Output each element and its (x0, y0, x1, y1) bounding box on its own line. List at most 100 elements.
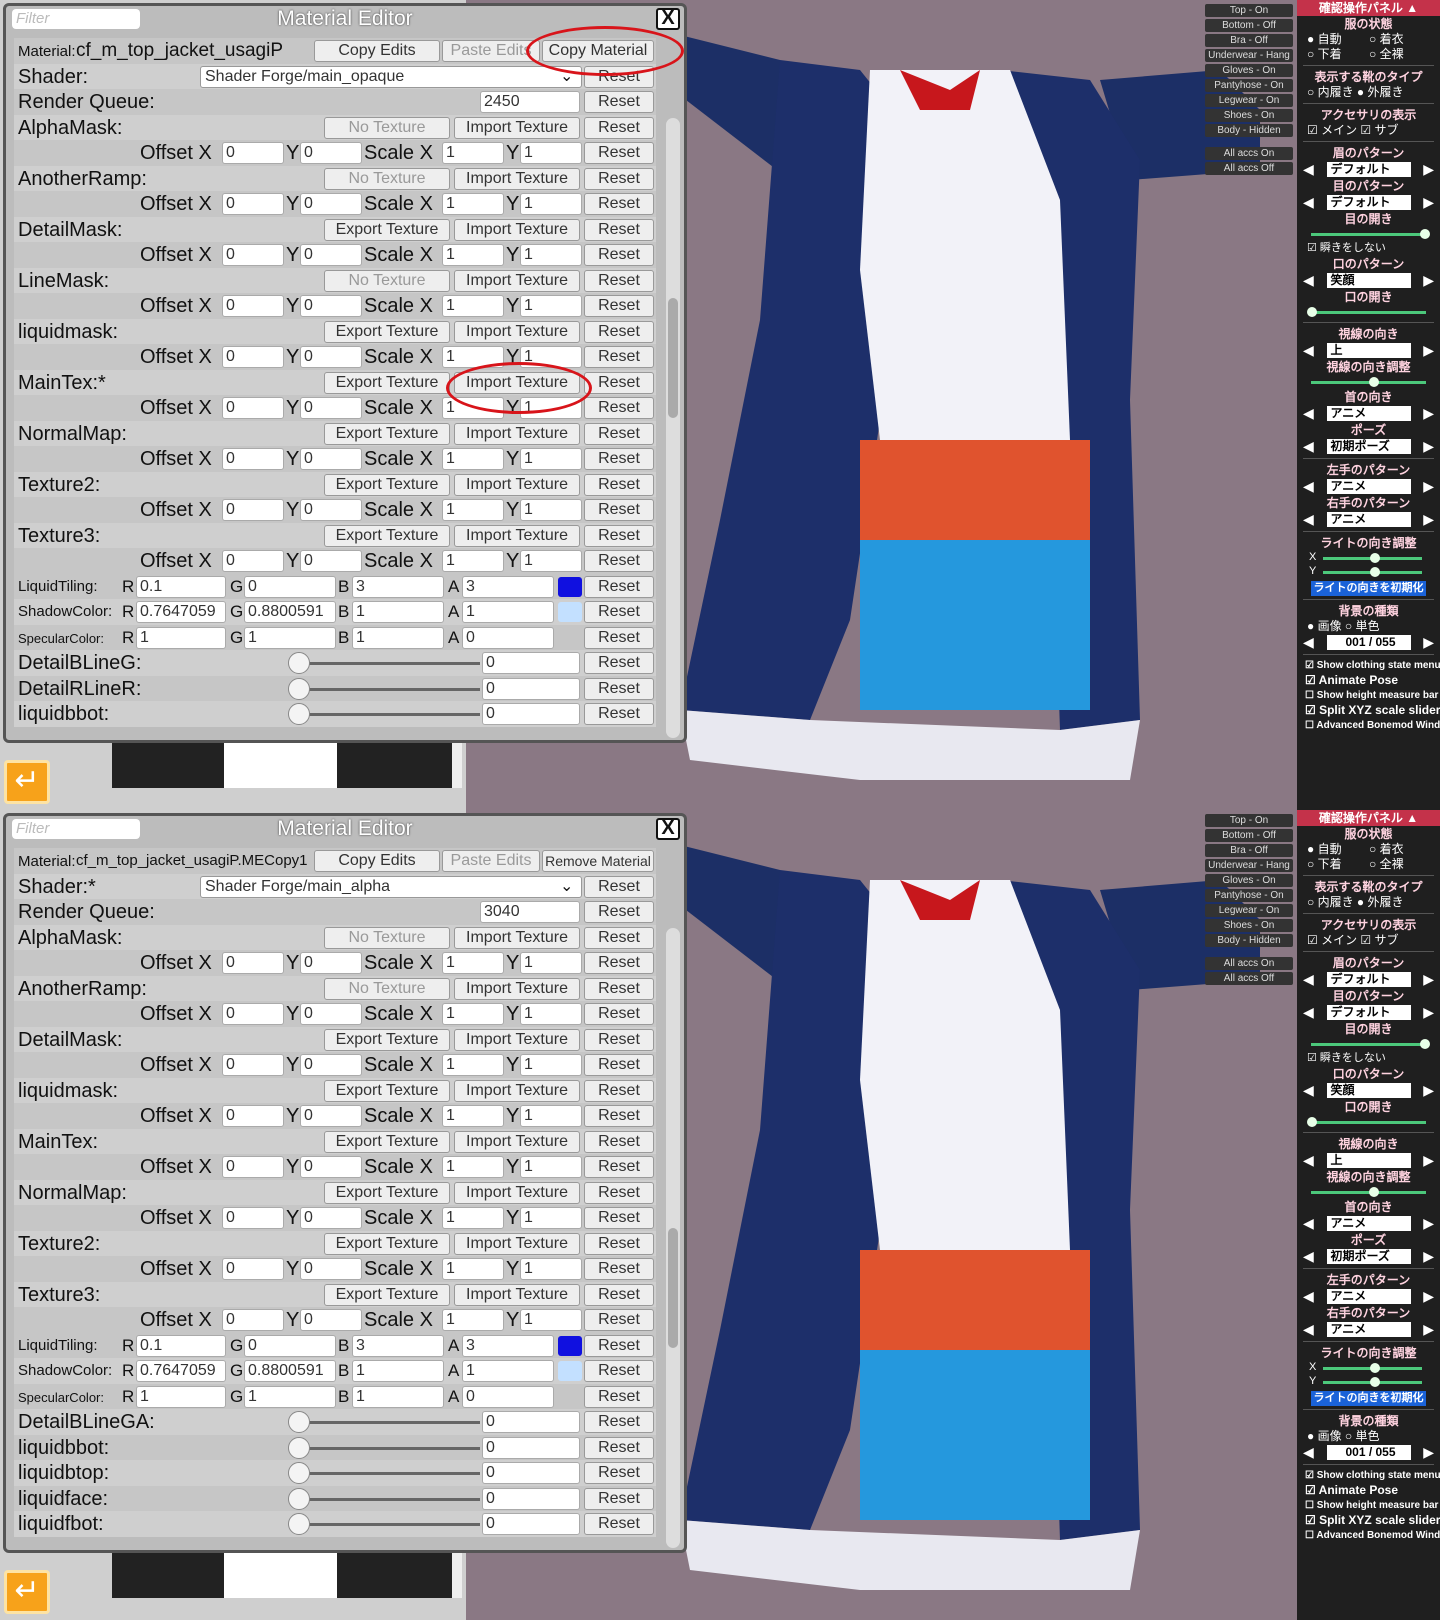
option-checkbox[interactable]: ☑ Animate Pose (1297, 673, 1440, 688)
r-input[interactable]: 0.1 (136, 575, 226, 598)
scale-x-input[interactable]: 1 (442, 1156, 504, 1178)
clothing-state-button[interactable]: Underwear - Hang (1205, 49, 1293, 62)
chevron-down-icon[interactable]: ⌄ (560, 876, 573, 898)
color-reset-button[interactable]: Reset (584, 1334, 654, 1357)
option-checkbox[interactable]: ☐ Advanced Bonemod Window (1297, 718, 1440, 733)
offset-y-input[interactable]: 0 (300, 295, 362, 317)
offset-reset-button[interactable]: Reset (584, 1105, 654, 1127)
viewport-scene[interactable]: ↵ Top - On Bottom - Off Bra - Off Underwear … (0, 810, 1440, 1620)
eye-open-slider[interactable] (1307, 1037, 1431, 1051)
option-checkbox[interactable]: ☑ Split XYZ scale sliders (1297, 703, 1440, 718)
mouth-pattern-selector[interactable]: ◀ 笑顔 ▶ (1297, 1082, 1440, 1099)
scale-y-input[interactable]: 1 (520, 295, 582, 317)
offset-x-input[interactable]: 0 (222, 397, 284, 419)
float-slider-knob[interactable] (288, 1487, 310, 1510)
float-slider-track[interactable] (300, 1421, 480, 1424)
b-input[interactable]: 1 (352, 601, 444, 623)
scale-y-input[interactable]: 1 (520, 1054, 582, 1076)
texture-reset-button[interactable]: Reset (584, 1130, 654, 1153)
arrow-left-icon[interactable]: ◀ (1303, 1215, 1314, 1232)
offset-reset-button[interactable]: Reset (584, 1054, 654, 1076)
slider-knob[interactable] (1370, 553, 1381, 563)
material-action-button[interactable]: Remove Material (542, 850, 654, 872)
import-texture-button[interactable]: Import Texture (454, 218, 580, 241)
scale-x-input[interactable]: 1 (442, 193, 504, 215)
scale-y-input[interactable]: 1 (520, 952, 582, 974)
light-x-slider[interactable] (1319, 551, 1426, 565)
clothes-options-row[interactable]: ○ 下着 ○ 全裸 (1297, 47, 1440, 62)
b-input[interactable]: 3 (352, 575, 444, 598)
color-swatch[interactable] (558, 576, 582, 597)
slider-reset-button[interactable]: Reset (584, 652, 654, 674)
clothing-state-button[interactable]: Shoes - On (1205, 919, 1293, 932)
clothes-options-row[interactable]: ○ 下着 ○ 全裸 (1297, 857, 1440, 872)
texture-reset-button[interactable]: Reset (584, 116, 654, 139)
float-slider-knob[interactable] (288, 1462, 310, 1484)
offset-y-input[interactable]: 0 (300, 1105, 362, 1127)
arrow-left-icon[interactable]: ◀ (1303, 1444, 1314, 1461)
scale-x-input[interactable]: 1 (442, 952, 504, 974)
import-texture-button[interactable]: Import Texture (454, 926, 580, 949)
scale-x-input[interactable]: 1 (442, 142, 504, 164)
export-texture-button[interactable]: Export Texture (324, 320, 450, 343)
slider-value-input[interactable]: 0 (482, 1411, 580, 1433)
clothing-state-button[interactable]: Body - Hidden (1205, 124, 1293, 137)
float-slider-track[interactable] (300, 1446, 480, 1450)
offset-y-input[interactable]: 0 (300, 1309, 362, 1331)
neck-direction-selector[interactable]: ◀ アニメ ▶ (1297, 1215, 1440, 1232)
clothing-state-button[interactable]: Legwear - On (1205, 904, 1293, 917)
offset-reset-button[interactable]: Reset (584, 1309, 654, 1331)
scale-x-input[interactable]: 1 (442, 499, 504, 521)
clothing-state-button[interactable]: Gloves - On (1205, 64, 1293, 77)
offset-reset-button[interactable]: Reset (584, 1258, 654, 1280)
offset-x-input[interactable]: 0 (222, 550, 284, 572)
offset-reset-button[interactable]: Reset (584, 346, 654, 368)
eye-pattern-selector[interactable]: ◀ デフォルト ▶ (1297, 194, 1440, 211)
slider-value-input[interactable]: 0 (482, 677, 580, 700)
right-hand-pattern-selector[interactable]: ◀ アニメ ▶ (1297, 1321, 1440, 1338)
paste-edits-button[interactable]: Paste Edits (442, 850, 540, 872)
accs-toggle-button[interactable]: All accs On (1205, 147, 1293, 160)
clothing-state-button[interactable]: Body - Hidden (1205, 934, 1293, 947)
clothing-state-button[interactable]: Top - On (1205, 814, 1293, 827)
scale-y-input[interactable]: 1 (520, 142, 582, 164)
arrow-left-icon[interactable]: ◀ (1303, 161, 1314, 178)
clothing-state-button[interactable]: Bra - Off (1205, 34, 1293, 47)
return-arrow-icon[interactable]: ↵ (4, 1570, 50, 1614)
float-slider-knob[interactable] (288, 652, 310, 674)
slider-reset-button[interactable]: Reset (584, 1436, 654, 1459)
accs-toggle-button[interactable]: All accs Off (1205, 972, 1293, 985)
slider-knob[interactable] (1370, 567, 1381, 577)
bg-type-options[interactable]: ● 画像 ○ 単色 (1297, 1429, 1440, 1444)
offset-x-input[interactable]: 0 (222, 142, 284, 164)
offset-y-input[interactable]: 0 (300, 1054, 362, 1076)
arrow-left-icon[interactable]: ◀ (1303, 478, 1314, 495)
scale-x-input[interactable]: 1 (442, 295, 504, 317)
scale-y-input[interactable]: 1 (520, 244, 582, 266)
color-swatch[interactable] (558, 602, 582, 622)
float-slider-knob[interactable] (288, 1436, 310, 1459)
texture-reset-button[interactable]: Reset (584, 1181, 654, 1204)
arrow-left-icon[interactable]: ◀ (1303, 1288, 1314, 1305)
texture-reset-button[interactable]: Reset (584, 422, 654, 445)
color-reset-button[interactable]: Reset (584, 575, 654, 598)
r-input[interactable]: 1 (136, 1385, 226, 1408)
texture-reset-button[interactable]: Reset (584, 1283, 654, 1306)
shoes-type-options[interactable]: ○ 内履き ● 外履き (1297, 85, 1440, 100)
render-queue-input[interactable]: 2450 (480, 91, 580, 113)
offset-x-input[interactable]: 0 (222, 193, 284, 215)
offset-x-input[interactable]: 0 (222, 1105, 284, 1127)
left-hand-pattern-selector[interactable]: ◀ アニメ ▶ (1297, 478, 1440, 495)
import-texture-button[interactable]: Import Texture (454, 1079, 580, 1102)
b-input[interactable]: 1 (352, 626, 444, 649)
color-reset-button[interactable]: Reset (584, 1385, 654, 1408)
clothing-state-button[interactable]: Bottom - Off (1205, 829, 1293, 842)
offset-reset-button[interactable]: Reset (584, 1207, 654, 1229)
slider-value-input[interactable]: 0 (482, 652, 580, 674)
offset-x-input[interactable]: 0 (222, 499, 284, 521)
light-reset-button[interactable]: ライトの向きを初期化 (1311, 1391, 1426, 1406)
slider-knob[interactable] (1370, 1377, 1381, 1387)
scale-y-input[interactable]: 1 (520, 1258, 582, 1280)
offset-x-input[interactable]: 0 (222, 1207, 284, 1229)
arrow-left-icon[interactable]: ◀ (1303, 438, 1314, 455)
